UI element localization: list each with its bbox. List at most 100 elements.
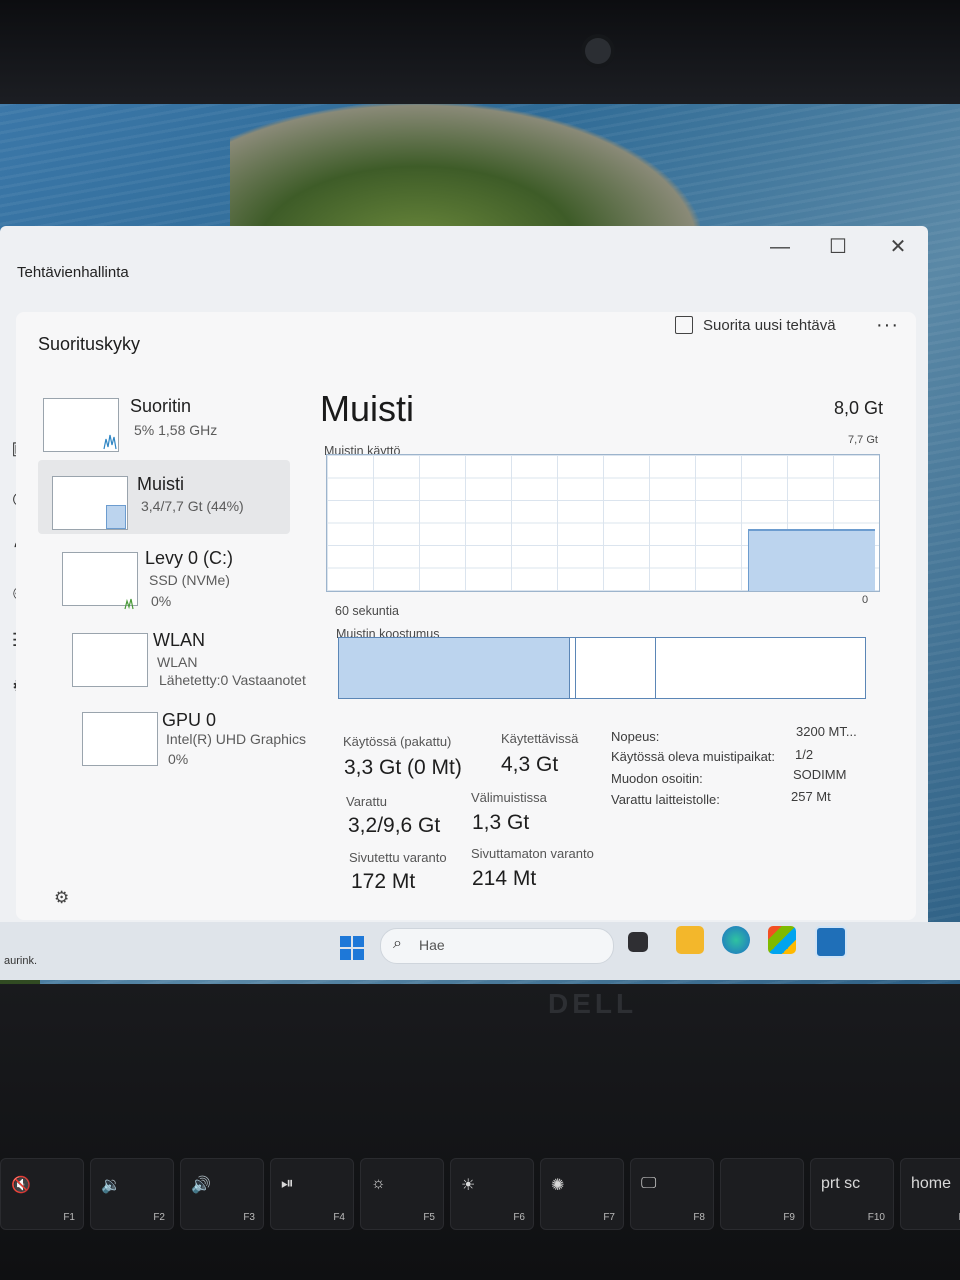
detail-form-key: Muodon osoitin: <box>611 771 703 786</box>
key-fn-label: F5 <box>423 1212 435 1223</box>
key-f11[interactable]: homeF11 <box>900 1158 960 1230</box>
key-fn-label: F2 <box>153 1212 165 1223</box>
key-fn-label: F8 <box>693 1212 705 1223</box>
key-glyph: ✺ <box>551 1177 565 1194</box>
detail-slots-key: Käytössä oleva muistipaikat: <box>611 749 776 764</box>
key-f9[interactable]: F9 <box>720 1158 804 1230</box>
task-manager-taskbar-icon[interactable] <box>815 926 847 958</box>
stat-cached-label: Välimuistissa <box>471 790 547 805</box>
key-fn-label: F4 <box>333 1212 345 1223</box>
stat-in-use-label: Käytössä (pakattu) <box>343 734 452 749</box>
key-glyph: 🖵 <box>641 1175 657 1192</box>
wlan-traffic: Lähetetty:0 Vastaanotet <box>159 672 306 688</box>
run-new-task-button[interactable]: Suorita uusi tehtävä <box>675 316 836 334</box>
key-glyph: 🔇 <box>11 1177 31 1194</box>
edge-browser-icon[interactable] <box>722 926 750 954</box>
stat-cached-value: 1,3 Gt <box>472 811 530 834</box>
key-f5[interactable]: ☼ F5 <box>360 1158 444 1230</box>
disk-type: SSD (NVMe) <box>149 572 230 588</box>
detail-form-value: SODIMM <box>793 767 847 782</box>
taskbar-search[interactable]: ⌕ Hae <box>380 928 614 964</box>
key-fn-label: F9 <box>783 1212 795 1223</box>
graph-time-label: 60 sekuntia <box>335 604 399 618</box>
key-f7[interactable]: ✺ F7 <box>540 1158 624 1230</box>
detail-speed-value: 3200 MT... <box>796 724 857 739</box>
weather-widget[interactable]: aurink. <box>4 955 37 967</box>
wlan-thumbnail <box>72 633 148 687</box>
memory-usage: 3,4/7,7 Gt (44%) <box>141 498 244 514</box>
new-task-icon <box>675 316 693 334</box>
detail-reserved-key: Varattu laitteistolle: <box>611 792 720 807</box>
stat-paged-value: 172 Mt <box>351 870 416 893</box>
disk-name: Levy 0 (C:) <box>145 548 234 568</box>
detail-slots-value: 1/2 <box>795 747 814 762</box>
key-f8[interactable]: 🖵 F8 <box>630 1158 714 1230</box>
brand-logo: DELL <box>548 988 638 1019</box>
memory-thumbnail <box>52 476 128 530</box>
maximize-button[interactable]: ☐ <box>818 230 858 264</box>
key-f10[interactable]: prt sc F10 <box>810 1158 894 1230</box>
stat-available-label: Käytettävissä <box>501 731 579 746</box>
key-fn-label: F7 <box>603 1212 615 1223</box>
task-view-icon[interactable] <box>628 932 648 952</box>
stat-nonpaged-value: 214 Mt <box>472 867 537 890</box>
cpu-thumbnail <box>43 398 119 452</box>
detail-reserved-value: 257 Mt <box>791 789 831 804</box>
graph-max: 7,7 Gt <box>848 434 878 446</box>
key-f3[interactable]: 🔊 F3 <box>180 1158 264 1230</box>
wlan-adapter: WLAN <box>157 654 198 670</box>
memory-name: Muisti <box>137 474 185 494</box>
composition-standby <box>655 638 656 698</box>
laptop-keyboard-area <box>0 985 960 1280</box>
key-glyph: ☼ <box>371 1175 386 1192</box>
stat-paged-label: Sivutettu varanto <box>349 850 447 865</box>
key-glyph: home <box>911 1175 952 1192</box>
gpu-usage: 0% <box>168 751 189 767</box>
gpu-name: GPU 0 <box>162 710 217 730</box>
key-fn-label: F6 <box>513 1212 525 1223</box>
gpu-model: Intel(R) UHD Graphics <box>166 731 307 747</box>
stat-nonpaged-label: Sivuttamaton varanto <box>471 846 594 861</box>
key-glyph: ⏯ <box>281 1175 294 1192</box>
key-fn-label: F1 <box>63 1212 75 1223</box>
window-title: Tehtävienhallinta <box>17 264 129 281</box>
run-new-task-label: Suorita uusi tehtävä <box>703 316 836 334</box>
webcam <box>585 38 611 64</box>
cpu-name: Suoritin <box>130 396 192 416</box>
store-icon[interactable] <box>768 926 796 954</box>
memory-title: Muisti <box>320 388 415 429</box>
cpu-usage: 5% 1,58 GHz <box>134 422 218 438</box>
composition-in-use <box>339 638 570 698</box>
key-f6[interactable]: ☀ F6 <box>450 1158 534 1230</box>
detail-speed-key: Nopeus: <box>611 729 660 744</box>
disk-usage: 0% <box>151 593 172 609</box>
memory-usage-area <box>748 529 875 591</box>
stat-committed-label: Varattu <box>346 794 387 809</box>
key-glyph: prt sc <box>821 1175 861 1192</box>
disk-thumbnail <box>62 552 138 610</box>
file-explorer-icon[interactable] <box>676 926 704 954</box>
key-glyph: ☀ <box>461 1177 476 1194</box>
key-glyph: 🔊 <box>191 1177 211 1194</box>
search-icon: ⌕ <box>393 935 402 952</box>
composition-modified <box>575 638 576 698</box>
search-placeholder: Hae <box>419 937 445 953</box>
page-title: Suorituskyky <box>38 334 141 354</box>
key-fn-label: F10 <box>867 1212 885 1223</box>
settings-gear-icon[interactable]: ⚙ <box>54 888 69 908</box>
key-glyph: 🔉 <box>101 1177 121 1194</box>
more-options-icon[interactable]: ··· <box>876 314 899 337</box>
start-button[interactable] <box>340 936 364 960</box>
close-button[interactable]: ✕ <box>878 230 918 264</box>
key-f4[interactable]: ⏯ F4 <box>270 1158 354 1230</box>
memory-total: 8,0 Gt <box>834 398 884 418</box>
memory-usage-graph <box>326 454 880 592</box>
key-f2[interactable]: 🔉 F2 <box>90 1158 174 1230</box>
graph-min-label: 0 <box>862 594 869 606</box>
stat-in-use-value: 3,3 Gt (0 Mt) <box>344 756 462 779</box>
wlan-name: WLAN <box>153 630 206 650</box>
screen-bezel <box>0 0 960 112</box>
minimize-button[interactable]: — <box>760 230 800 264</box>
key-f1[interactable]: 🔇 F1 <box>0 1158 84 1230</box>
stat-committed-value: 3,2/9,6 Gt <box>348 814 441 837</box>
